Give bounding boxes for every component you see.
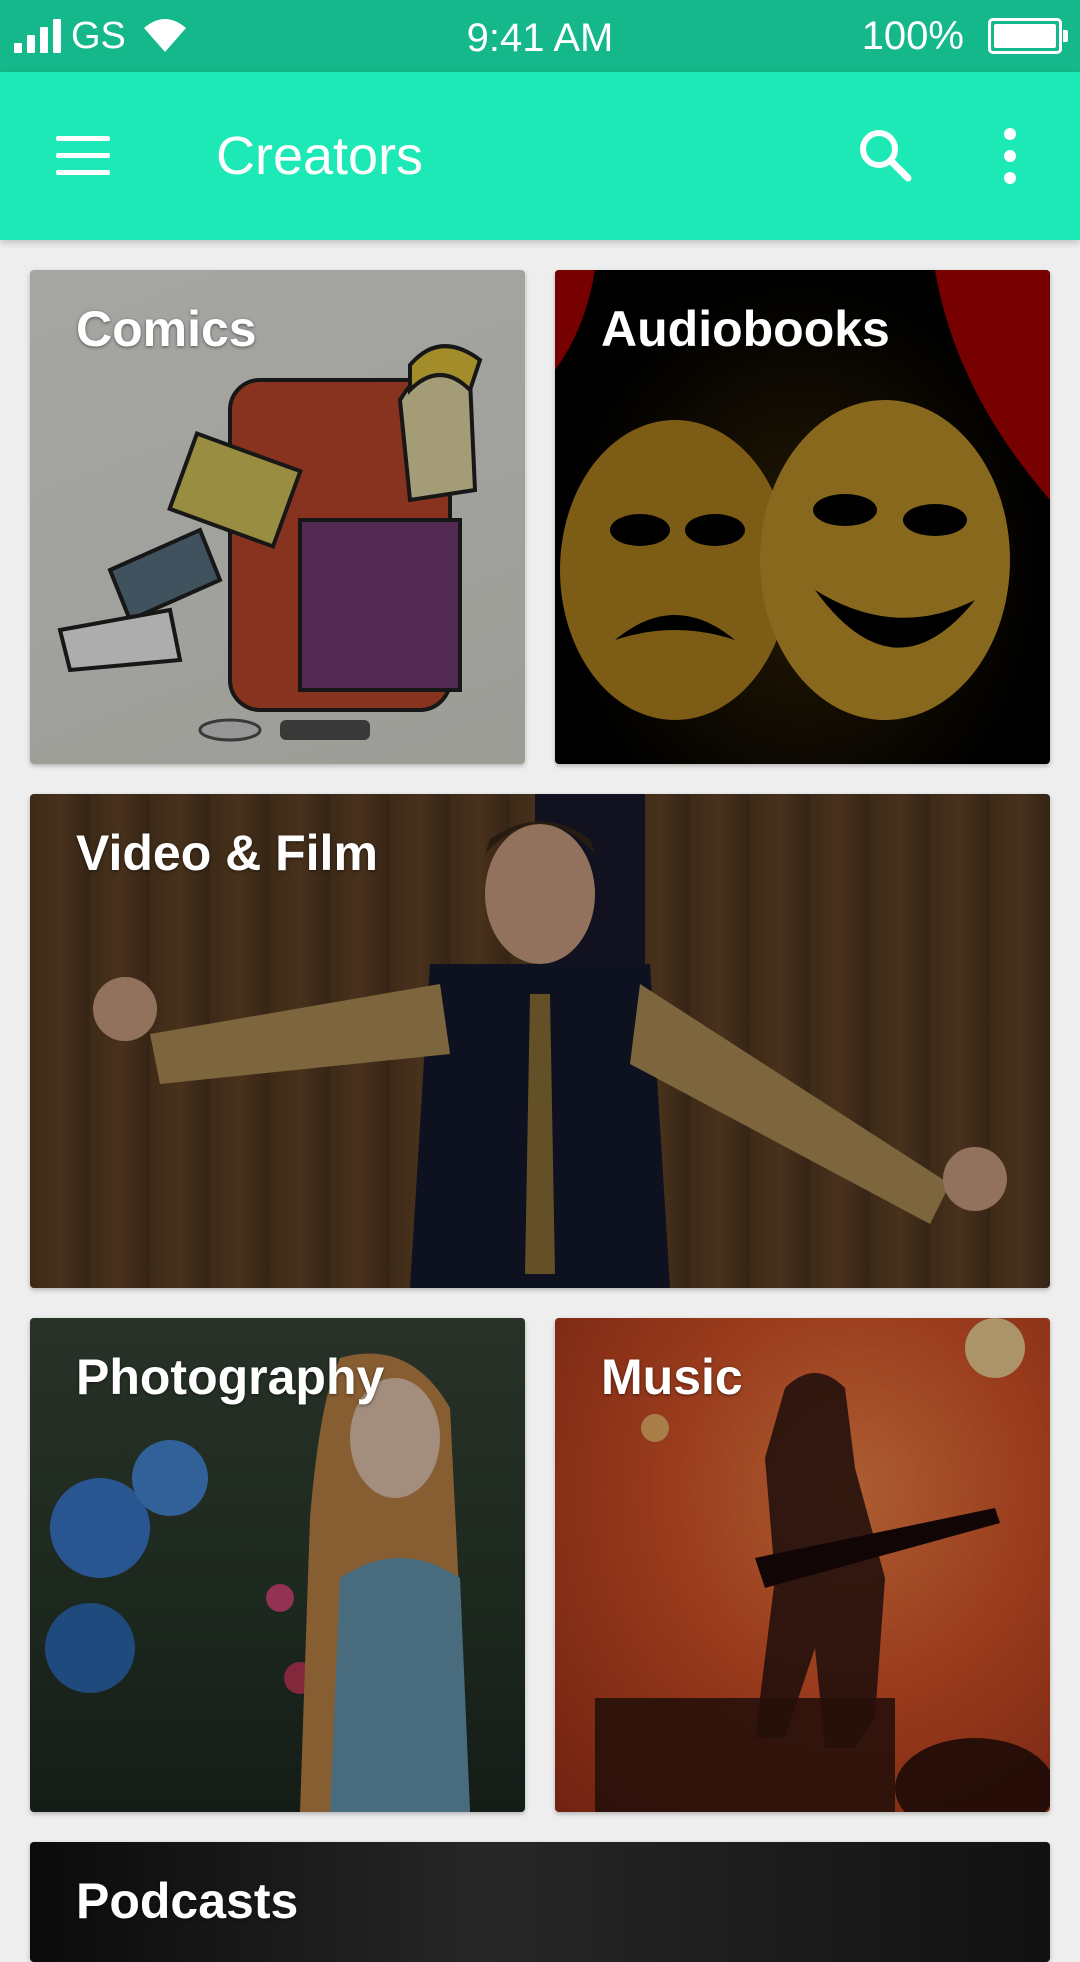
battery-percent: 100% <box>861 13 964 58</box>
category-tile-audiobooks[interactable]: Audiobooks <box>555 270 1050 764</box>
category-label: Podcasts <box>76 1873 299 1929</box>
more-vert-icon[interactable] <box>980 116 1040 196</box>
category-tile-music[interactable]: Music <box>555 1318 1050 1812</box>
menu-icon[interactable] <box>40 122 128 190</box>
status-right: 100% <box>861 0 1068 72</box>
search-icon[interactable] <box>846 116 926 196</box>
page-title: Creators <box>216 126 424 186</box>
category-label: Music <box>601 1349 743 1405</box>
category-label: Photography <box>76 1349 385 1405</box>
category-label: Comics <box>76 301 257 357</box>
battery-icon <box>988 18 1068 54</box>
category-tile-comics[interactable]: Comics <box>30 270 525 764</box>
category-label: Video & Film <box>76 825 378 881</box>
status-bar: GS 9:41 AM 100% <box>0 0 1080 72</box>
app-bar: Creators <box>0 72 1080 240</box>
category-label: Audiobooks <box>601 301 890 357</box>
category-tile-podcasts[interactable]: Podcasts <box>30 1842 1050 1962</box>
category-tile-video-film[interactable]: Video & Film <box>30 794 1050 1288</box>
category-tile-photography[interactable]: Photography <box>30 1318 525 1812</box>
